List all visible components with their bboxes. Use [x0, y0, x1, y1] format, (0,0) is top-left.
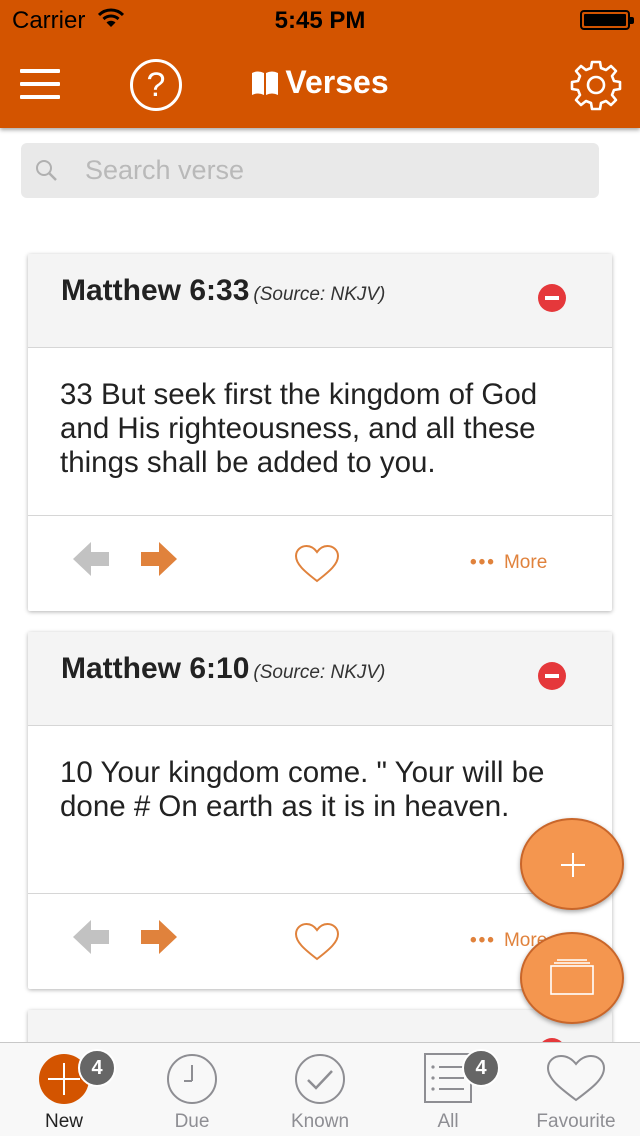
tab-known-label: Known [290, 1111, 350, 1132]
arrow-right-icon [141, 920, 177, 954]
status-bar: Carrier 5:45 PM [0, 0, 640, 40]
check-circle-icon [295, 1054, 345, 1104]
top-bar: Carrier 5:45 PM ? Verses [0, 0, 640, 128]
favourite-button[interactable] [294, 544, 340, 589]
tab-due[interactable]: Due [128, 1043, 256, 1136]
heart-icon [294, 922, 340, 961]
verse-reference: Matthew 6:10 (Source: NKJV) [61, 652, 385, 686]
tab-favourite[interactable]: Favourite [512, 1043, 640, 1136]
verse-source: (Source: NKJV) [253, 284, 386, 305]
tab-new[interactable]: 4 New [0, 1043, 128, 1136]
next-button[interactable] [140, 918, 178, 961]
stack-fab[interactable] [520, 932, 624, 1024]
heart-icon [546, 1055, 606, 1102]
more-label: More [503, 552, 548, 573]
verse-card-header: Matthew 6:10 (Source: NKJV) [28, 632, 612, 726]
arrow-left-icon [73, 920, 109, 954]
heart-icon [294, 544, 340, 583]
verse-source: (Source: NKJV) [253, 662, 386, 683]
remove-verse-button[interactable] [538, 662, 566, 690]
favourite-button[interactable] [294, 922, 340, 967]
gear-icon [570, 60, 622, 111]
tab-new-label: New [44, 1111, 83, 1132]
tab-favourite-label: Favourite [536, 1111, 616, 1132]
more-dots-icon: ••• [470, 930, 496, 951]
nav-bar: ? Verses [0, 40, 640, 128]
book-icon [252, 71, 279, 95]
verse-card-header: Matthew 6:33 (Source: NKJV) [28, 254, 612, 348]
tab-known[interactable]: Known [256, 1043, 384, 1136]
page-title: Verses [0, 64, 640, 101]
next-button[interactable] [140, 540, 178, 583]
settings-button[interactable] [570, 59, 622, 111]
search-input[interactable] [85, 143, 585, 198]
arrow-right-icon [141, 542, 177, 576]
arrow-left-icon [73, 542, 109, 576]
verse-text: 33 But seek first the kingdom of God and… [28, 348, 612, 516]
status-time: 5:45 PM [274, 7, 366, 34]
page-title-text: Verses [285, 64, 389, 100]
tab-all-label: All [437, 1111, 459, 1132]
verse-reference-text: Matthew 6:10 [61, 652, 250, 685]
tab-bar: 4 New Due Known 4 All Favourite [0, 1042, 640, 1136]
new-count-badge: 4 [78, 1049, 116, 1087]
verse-card: Matthew 6:33 (Source: NKJV) 33 But seek f… [28, 254, 612, 611]
clock-icon [167, 1054, 217, 1104]
search-bar[interactable] [21, 143, 599, 198]
more-button[interactable]: ••• More [470, 552, 547, 574]
cards-stack-icon [550, 959, 594, 995]
battery-icon [580, 10, 634, 30]
tab-all[interactable]: 4 All [384, 1043, 512, 1136]
search-icon [35, 159, 59, 188]
verse-actions: ••• More [28, 516, 612, 611]
previous-button[interactable] [72, 918, 110, 961]
verse-reference-text: Matthew 6:33 [61, 274, 250, 307]
tab-due-label: Due [174, 1111, 210, 1132]
add-verse-fab[interactable] [520, 818, 624, 910]
remove-verse-button[interactable] [538, 284, 566, 312]
more-dots-icon: ••• [470, 552, 496, 573]
verse-reference: Matthew 6:33 (Source: NKJV) [61, 274, 385, 308]
previous-button[interactable] [72, 540, 110, 583]
all-count-badge: 4 [462, 1049, 500, 1087]
